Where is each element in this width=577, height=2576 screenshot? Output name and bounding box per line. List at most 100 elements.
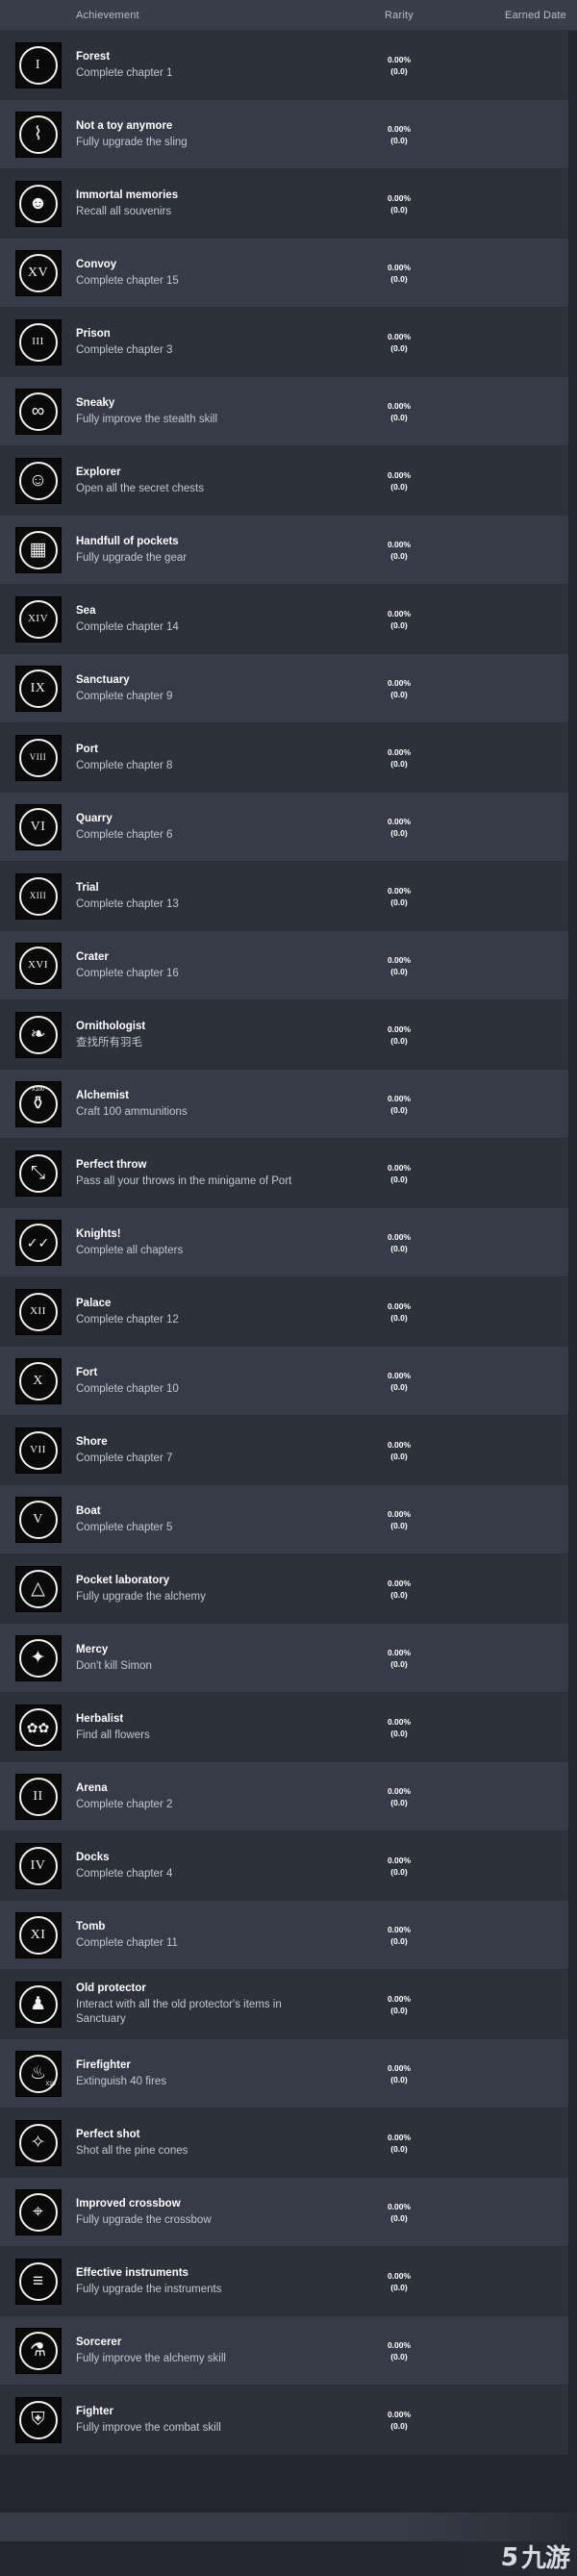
rarity-count: (0.0) bbox=[390, 2143, 408, 2154]
rarity-percent: 0.00% bbox=[387, 1785, 412, 1796]
achievement-text-cell: Fighter Fully improve the combat skill bbox=[76, 2405, 331, 2436]
achievement-text-cell: Perfect shot Shot all the pine cones bbox=[76, 2128, 331, 2159]
achievement-row[interactable]: X Fort Complete chapter 10 0.00% (0.0) bbox=[0, 1347, 568, 1416]
achievement-rarity: 0.00% (0.0) bbox=[365, 262, 433, 285]
rarity-percent: 0.00% bbox=[387, 123, 412, 134]
achievement-row[interactable]: ❧ Ornithologist 查找所有羽毛 0.00% (0.0) bbox=[0, 1000, 568, 1070]
achievement-rarity: 0.00% (0.0) bbox=[365, 1716, 433, 1739]
achievement-row[interactable]: ✓✓ Knights! Complete all chapters 0.00% (0.0… bbox=[0, 1208, 568, 1277]
achievement-row[interactable]: I Forest Complete chapter 1 0.00% (0.0) bbox=[0, 31, 568, 100]
icon-roman-numeral: X bbox=[33, 1373, 43, 1388]
icon-glyph: ⌇ bbox=[33, 124, 43, 144]
achievement-title: Handfull of pockets bbox=[76, 535, 179, 547]
icon-ring: IV bbox=[18, 1846, 58, 1885]
achievement-row[interactable]: V Boat Complete chapter 5 0.00% (0.0) bbox=[0, 1485, 568, 1554]
achievement-row[interactable]: XV Convoy Complete chapter 15 0.00% (0.0) bbox=[0, 239, 568, 308]
achievement-rarity: 0.00% (0.0) bbox=[365, 1023, 433, 1047]
roman-numeral-iii-icon: III bbox=[15, 319, 61, 365]
achievement-icon-cell: XIV bbox=[0, 596, 76, 642]
rarity-count: (0.0) bbox=[390, 1312, 408, 1323]
achievement-description: Complete chapter 14 bbox=[76, 620, 179, 633]
achievement-rarity: 0.00% (0.0) bbox=[365, 123, 433, 146]
achievement-rarity: 0.00% (0.0) bbox=[365, 746, 433, 770]
achievement-icon-cell: XII bbox=[0, 1289, 76, 1334]
achievement-row[interactable]: ✿✿ Herbalist Find all flowers 0.00% (0.0) bbox=[0, 1693, 568, 1762]
achievement-icon-cell: II bbox=[0, 1774, 76, 1819]
rarity-count: (0.0) bbox=[390, 1451, 408, 1461]
achievement-row[interactable]: XIV Sea Complete chapter 14 0.00% (0.0) bbox=[0, 585, 568, 654]
icon-glyph: ☻ bbox=[28, 193, 48, 214]
icon-ring: ♟ bbox=[18, 1984, 58, 2024]
achievement-row[interactable]: ✧ Perfect shot Shot all the pine cones 0.00… bbox=[0, 2109, 568, 2178]
achievement-description: Complete chapter 7 bbox=[76, 1452, 173, 1464]
achievement-rarity: 0.00% (0.0) bbox=[365, 608, 433, 631]
potion-flask-icon: ⚗ bbox=[15, 2328, 61, 2373]
achievement-row[interactable]: ♨ X10 Firefighter Extinguish 40 fires 0.00%(… bbox=[0, 2039, 568, 2109]
achievement-row[interactable]: △ Pocket laboratory Fully upgrade the alch… bbox=[0, 1554, 568, 1624]
achievement-title: Boat bbox=[76, 1504, 101, 1517]
rarity-count: (0.0) bbox=[390, 135, 408, 145]
achievement-title: Forest bbox=[76, 50, 111, 63]
achievement-title: Sneaky bbox=[76, 396, 115, 409]
icon-glyph: ☺ bbox=[28, 470, 48, 491]
achievement-text-cell: Not a toy anymore Fully upgrade the sling bbox=[76, 119, 331, 150]
column-header-earned-date[interactable]: Earned Date bbox=[481, 0, 572, 31]
achievement-row[interactable]: ≡ Effective instruments Fully upgrade the … bbox=[0, 2247, 568, 2316]
achievement-row[interactable]: ☺ Explorer Open all the secret chests 0.00%… bbox=[0, 446, 568, 516]
achievement-description: Complete chapter 4 bbox=[76, 1867, 173, 1880]
achievement-row[interactable]: ⌇ Not a toy anymore Fully upgrade the slin… bbox=[0, 100, 568, 169]
achievement-icon-cell: ✦ bbox=[0, 1635, 76, 1680]
achievement-row[interactable]: ✦ Mercy Don't kill Simon 0.00% (0.0) bbox=[0, 1624, 568, 1693]
rarity-percent: 0.00% bbox=[387, 1439, 412, 1450]
roman-numeral-viii-icon: VIII bbox=[15, 735, 61, 780]
achievement-icon-cell: III bbox=[0, 319, 76, 365]
achievement-row[interactable]: XII Palace Complete chapter 12 0.00% (0.0) bbox=[0, 1277, 568, 1347]
achievement-row[interactable]: IX Sanctuary Complete chapter 9 0.00% (0.0) bbox=[0, 654, 568, 723]
achievement-row[interactable]: VIII Port Complete chapter 8 0.00% (0.0) bbox=[0, 723, 568, 793]
achievement-title: Perfect throw bbox=[76, 1158, 147, 1171]
achievement-title: Immortal memories bbox=[76, 189, 179, 201]
mask-icon: ∞ bbox=[15, 389, 61, 434]
achievement-row[interactable]: ⌖ Improved crossbow Fully upgrade the cros… bbox=[0, 2178, 568, 2247]
achievements-page: Achievement Rarity Earned Date I Forest Co… bbox=[0, 0, 577, 2576]
icon-roman-numeral: VII bbox=[30, 1444, 46, 1455]
icon-ring: ▦ bbox=[18, 530, 58, 569]
achievement-row[interactable]: VI Quarry Complete chapter 6 0.00% (0.0) bbox=[0, 793, 568, 862]
achievement-row[interactable]: IV Docks Complete chapter 4 0.00% (0.0) bbox=[0, 1831, 568, 1901]
achievement-row[interactable]: ⚱ X100 Alchemist Craft 100 ammunitions 0.00%… bbox=[0, 1070, 568, 1139]
achievement-row[interactable]: ⤡ Perfect throw Pass all your throws in th… bbox=[0, 1139, 568, 1208]
achievement-row[interactable]: XI Tomb Complete chapter 11 0.00% (0.0) bbox=[0, 1901, 568, 1970]
icon-roman-numeral: IV bbox=[30, 1857, 46, 1873]
achievement-row[interactable]: XIII Trial Complete chapter 13 0.00% (0.0) bbox=[0, 862, 568, 931]
achievement-rarity: 0.00% (0.0) bbox=[365, 677, 433, 700]
roman-numeral-i-icon: I bbox=[15, 42, 61, 88]
achievement-title: Sorcerer bbox=[76, 2336, 122, 2348]
achievement-row[interactable]: ☻ Immortal memories Recall all souvenirs 0.… bbox=[0, 169, 568, 239]
achievement-row[interactable]: ⚗ Sorcerer Fully improve the alchemy skill… bbox=[0, 2316, 568, 2386]
icon-roman-numeral: XV bbox=[27, 265, 49, 280]
achievement-title: Mercy bbox=[76, 1643, 109, 1655]
achievement-row[interactable]: ⛨ Fighter Fully improve the combat skill 0.… bbox=[0, 2386, 568, 2455]
achievement-description: Fully upgrade the instruments bbox=[76, 2283, 222, 2295]
rarity-count: (0.0) bbox=[390, 2212, 408, 2223]
achievement-row[interactable]: VII Shore Complete chapter 7 0.00% (0.0) bbox=[0, 1416, 568, 1485]
achievement-row[interactable]: ▦ Handfull of pockets Fully upgrade the ge… bbox=[0, 516, 568, 585]
icon-ring: ⌖ bbox=[18, 2192, 58, 2232]
achievement-row[interactable]: ♟ Old protector Interact with all the old … bbox=[0, 1970, 568, 2039]
achievement-row[interactable]: II Arena Complete chapter 2 0.00% (0.0) bbox=[0, 1762, 568, 1831]
icon-roman-numeral: XII bbox=[30, 1305, 46, 1317]
achievement-row[interactable]: ∞ Sneaky Fully improve the stealth skill 0.… bbox=[0, 377, 568, 446]
achievement-icon-cell: ⌖ bbox=[0, 2189, 76, 2235]
achievement-icon-cell: VII bbox=[0, 1427, 76, 1473]
achievement-row[interactable]: III Prison Complete chapter 3 0.00% (0.0) bbox=[0, 308, 568, 377]
column-header-rarity[interactable]: Rarity bbox=[365, 0, 433, 31]
icon-ring: ⤡ bbox=[18, 1153, 58, 1193]
achievement-description: Fully upgrade the sling bbox=[76, 136, 188, 148]
achievement-title: Convoy bbox=[76, 258, 117, 270]
watermark-text: 九游 bbox=[520, 2543, 570, 2572]
column-header-achievement[interactable]: Achievement bbox=[76, 0, 139, 31]
achievement-icon-cell: ☺ bbox=[0, 458, 76, 503]
icon-ring: V bbox=[18, 1500, 58, 1539]
achievement-row[interactable]: XVI Crater Complete chapter 16 0.00% (0.0) bbox=[0, 931, 568, 1000]
dagger-icon: ✦ bbox=[15, 1635, 61, 1680]
